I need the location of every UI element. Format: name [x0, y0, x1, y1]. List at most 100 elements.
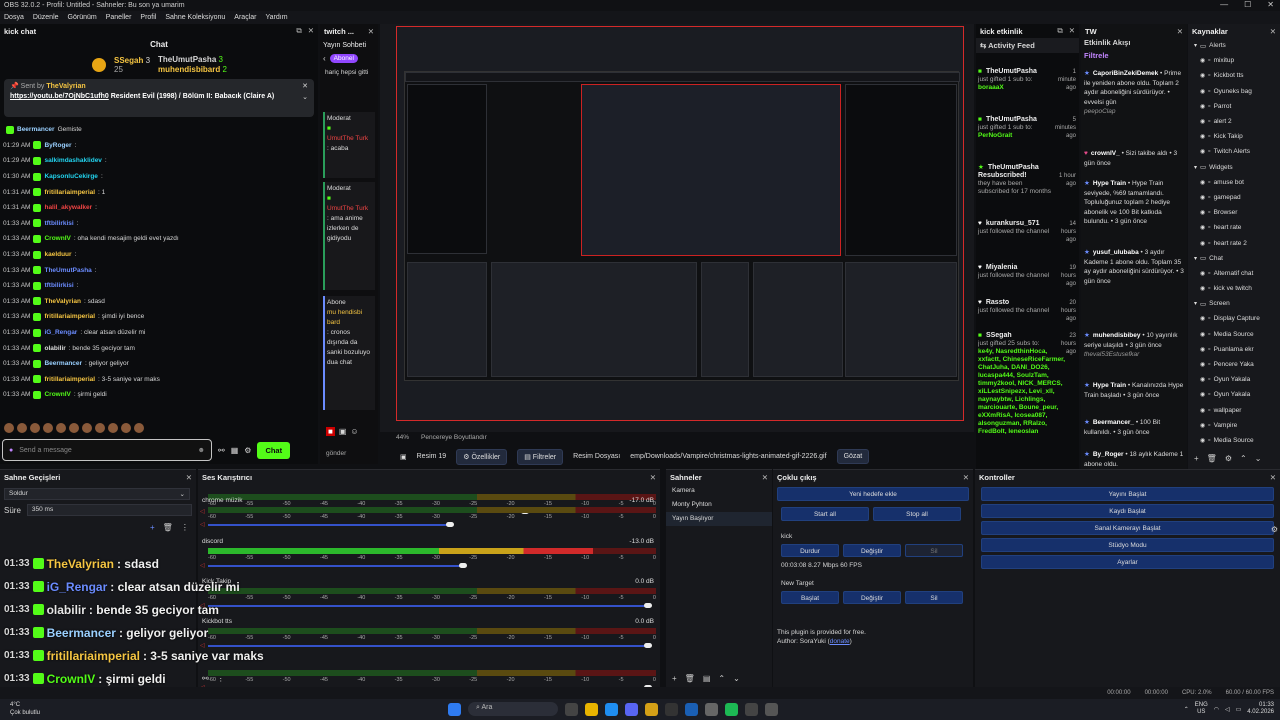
task-view-icon[interactable] [565, 702, 578, 716]
scene-item[interactable]: Monty Pyhton [666, 498, 772, 512]
close-icon[interactable]: ✕ [650, 473, 656, 482]
emote-icon[interactable] [4, 423, 14, 433]
source-item[interactable]: ◉ ▫ heart rate 2 [1188, 235, 1280, 250]
control-button-4[interactable]: Ayarlar [981, 555, 1274, 569]
source-item[interactable]: ◉ ▫ Oyuneks bag [1188, 84, 1280, 99]
close-icon[interactable]: ✕ [308, 26, 314, 36]
add-icon[interactable]: + [1194, 454, 1199, 463]
emote-icon[interactable] [134, 423, 144, 433]
add-icon[interactable]: + [672, 674, 677, 683]
source-item[interactable]: ◉ ▫ Pencere Yaka [1188, 357, 1280, 372]
volume-knob[interactable] [459, 563, 468, 568]
source-item[interactable]: ◉ ▫ Browser [1188, 205, 1280, 220]
chevron-down-icon[interactable]: ⌄ [302, 93, 308, 101]
close-icon[interactable]: ✕ [1270, 473, 1276, 482]
source-item[interactable]: ◉ ▫ Oyun Yakala [1188, 372, 1280, 387]
unpin-icon[interactable]: ✕ [302, 82, 308, 90]
duration-input[interactable]: 350 ms [26, 504, 192, 516]
close-icon[interactable]: ✕ [963, 473, 969, 482]
message-username[interactable]: kaelduur [44, 251, 71, 258]
source-item[interactable]: ▾ ▭ Chat [1188, 251, 1280, 266]
volume-knob[interactable] [644, 643, 652, 648]
start-button[interactable]: Başlat [781, 591, 839, 604]
back-icon[interactable]: ‹ [323, 54, 326, 63]
settings-icon[interactable]: ⚙ [244, 446, 251, 455]
properties-button[interactable]: ⚙ Özellikler [456, 448, 508, 465]
donate-link[interactable]: donate [830, 638, 850, 645]
menu-item-1[interactable]: Düzenle [33, 14, 59, 21]
close-icon[interactable]: ✕ [1177, 27, 1183, 36]
filter-icon[interactable]: ▤ [703, 674, 711, 683]
close-icon[interactable]: ✕ [186, 473, 192, 482]
delete-button[interactable]: Sil [905, 544, 963, 557]
spotify-icon[interactable] [725, 702, 738, 716]
add-icon[interactable]: + [150, 523, 155, 532]
windows-start-icon[interactable] [448, 702, 461, 716]
link-icon[interactable]: ⚯ [218, 446, 225, 455]
maximize-icon[interactable]: ☐ [1244, 0, 1251, 9]
filter-button[interactable]: Filtrele [1081, 47, 1187, 64]
emote-icon[interactable] [108, 423, 118, 433]
source-item[interactable]: ◉ ▫ Twitch Alerts [1188, 144, 1280, 159]
app-icon[interactable] [745, 702, 758, 716]
edit-button[interactable]: Değiştir [843, 544, 901, 557]
mic-icon[interactable]: ● [9, 447, 13, 454]
emote-icon[interactable] [82, 423, 92, 433]
source-item[interactable]: ◉ ▫ gamepad [1188, 190, 1280, 205]
emote-icon[interactable] [69, 423, 79, 433]
subscribe-button[interactable]: Abonel [329, 54, 358, 63]
delete-icon[interactable]: 🗑 [685, 674, 695, 683]
stop-button[interactable]: Durdur [781, 544, 839, 557]
close-icon[interactable]: ✕ [1270, 27, 1276, 36]
float-icon[interactable]: ⧉ [1057, 26, 1062, 36]
volume-icon[interactable]: ◁ [1225, 706, 1230, 713]
clip-icon[interactable]: ▣ [339, 427, 347, 436]
chat-send-button[interactable]: Chat [257, 441, 291, 459]
message-username[interactable]: Beermancer [44, 360, 82, 367]
close-icon[interactable]: ✕ [368, 27, 374, 36]
delete-icon[interactable]: 🗑 [163, 523, 173, 532]
minimize-icon[interactable]: — [1220, 0, 1228, 9]
chrome-icon[interactable] [645, 702, 658, 716]
volume-slider[interactable] [208, 522, 454, 527]
emoji-icon[interactable]: ☻ [198, 447, 205, 454]
source-item[interactable]: ◉ ▫ Media Source [1188, 327, 1280, 342]
close-icon[interactable]: ✕ [1069, 26, 1075, 36]
emote-icon[interactable] [56, 423, 66, 433]
edit-button[interactable]: Değiştir [843, 591, 901, 604]
volume-knob[interactable] [644, 603, 652, 608]
move-down-icon[interactable]: ⌄ [733, 674, 740, 683]
message-username[interactable]: fritillariaimperial [44, 376, 95, 383]
close-icon[interactable]: ✕ [1267, 0, 1274, 9]
message-input[interactable]: ● Send a message ☻ [2, 439, 212, 461]
control-button-2[interactable]: Sanal Kamerayı Başlat [981, 521, 1274, 535]
fit-window-dropdown[interactable]: Pencereye Boyutlandır [421, 434, 487, 444]
source-item[interactable]: ▾ ▭ Screen [1188, 296, 1280, 311]
source-item[interactable]: ◉ ▫ Puanlama ekr [1188, 342, 1280, 357]
menu-item-7[interactable]: Yardım [265, 14, 287, 21]
input-language[interactable]: ENG [1195, 702, 1208, 708]
wifi-icon[interactable]: ◠ [1214, 706, 1219, 713]
source-item[interactable]: ◉ ▫ wallpaper [1188, 403, 1280, 418]
delete-icon[interactable]: 🗑 [1207, 454, 1217, 463]
app-icon[interactable] [765, 702, 778, 716]
message-username[interactable]: tftbilirkisi [44, 282, 73, 289]
source-item[interactable]: ◉ ▫ heart rate [1188, 220, 1280, 235]
source-item[interactable]: ◉ ▫ Alternatif chat [1188, 266, 1280, 281]
source-item[interactable]: ◉ ▫ Vampire [1188, 418, 1280, 433]
scene-item[interactable]: Yayın Başlıyor [666, 512, 772, 526]
float-icon[interactable]: ⧉ [296, 26, 301, 36]
menu-item-4[interactable]: Profil [140, 14, 156, 21]
message-username[interactable]: KapsonluCekirge [44, 173, 97, 180]
control-button-0[interactable]: Yayını Başlat [981, 487, 1274, 501]
emoji-icon[interactable]: ☺ [350, 427, 358, 436]
pinned-link[interactable]: https://youtu.be/7OjNbC1ufh0 [10, 93, 109, 100]
menu-item-3[interactable]: Paneller [106, 14, 132, 21]
menu-item-6[interactable]: Araçlar [234, 14, 256, 21]
steam-icon[interactable] [685, 702, 698, 716]
edge-icon[interactable] [605, 702, 618, 716]
browse-button[interactable]: Gözat [836, 449, 870, 464]
message-username[interactable]: iG_Rengar [44, 329, 77, 336]
source-item[interactable]: ◉ ▫ Kickbot tts [1188, 68, 1280, 83]
scene-item[interactable]: Kamera [666, 484, 772, 498]
